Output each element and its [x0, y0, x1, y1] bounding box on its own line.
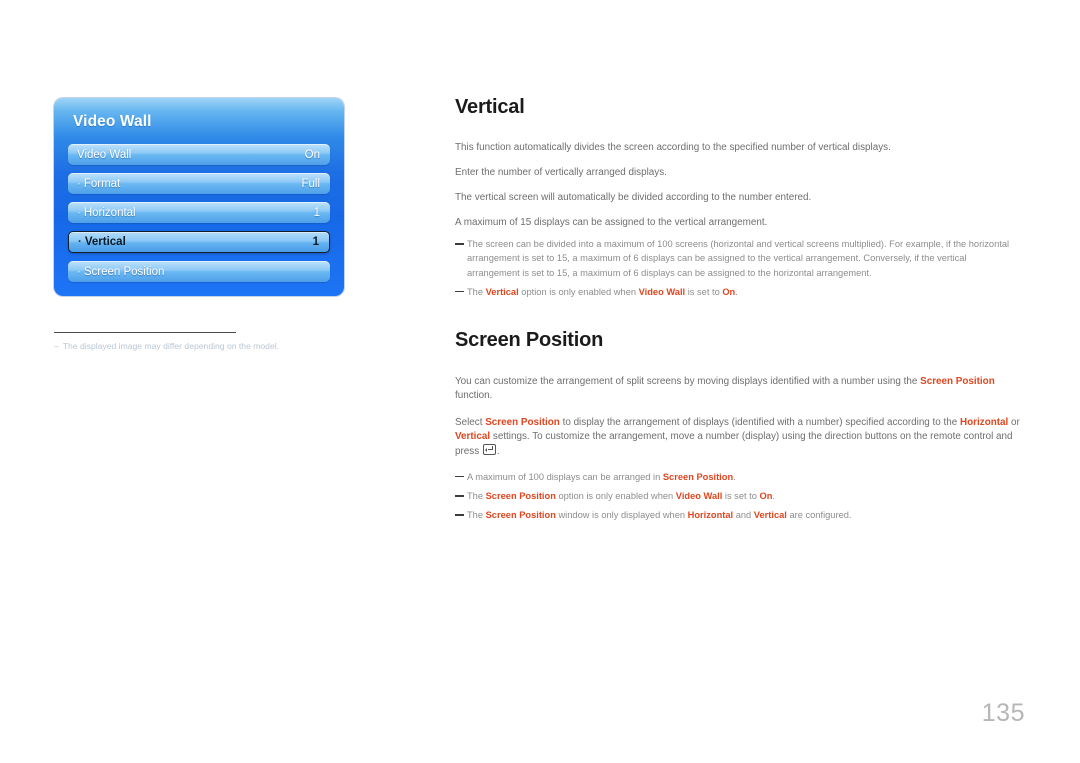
left-column: Video Wall Video Wall On · Format Full · Horiz…: [54, 98, 344, 353]
screen-position-paragraph-2: Select Screen Position to display the ar…: [455, 416, 1020, 459]
note-text: The Screen Position option is only enabl…: [467, 489, 1020, 503]
osd-menu-item-screen-position[interactable]: · Screen Position: [68, 261, 330, 282]
text-run: .: [496, 446, 500, 457]
note-text: A maximum of 100 displays can be arrange…: [467, 470, 1020, 484]
bullet-icon: ·: [77, 206, 81, 219]
note-dash-icon: [455, 243, 464, 245]
highlighted-term: Horizontal: [687, 510, 734, 521]
screen-position-notes: A maximum of 100 displays can be arrange…: [455, 470, 1020, 522]
osd-menu-item-value: 1: [313, 206, 320, 219]
note-item: The Vertical option is only enabled when…: [455, 285, 1020, 299]
text-run: The: [467, 286, 486, 297]
highlighted-term: Vertical: [753, 510, 787, 521]
text-run: Select: [455, 416, 486, 428]
note-dash-icon: [455, 290, 464, 293]
highlighted-term: Screen Position: [485, 491, 556, 502]
text-run: The screen can be divided into a maximum…: [467, 239, 1010, 278]
page-title-screen-position: Screen Position: [455, 328, 604, 351]
footnote-dash: –: [54, 341, 59, 351]
note-text: The Screen Position window is only displ…: [467, 508, 1020, 522]
osd-menu-item-label: · Screen Position: [77, 265, 165, 278]
highlighted-term: Vertical: [455, 430, 491, 442]
osd-menu-item-video-wall[interactable]: Video Wall On: [68, 144, 330, 165]
vertical-paragraph: The vertical screen will automatically b…: [455, 192, 812, 204]
text-run: is set to: [685, 286, 723, 297]
text-run: settings. To customize the arrangement, …: [455, 430, 1013, 457]
note-dash-icon: [455, 476, 464, 478]
note-text: The screen can be divided into a maximum…: [467, 237, 1020, 279]
note-item: The Screen Position option is only enabl…: [455, 489, 1020, 503]
highlighted-term: On: [722, 286, 736, 297]
osd-video-wall-panel: Video Wall Video Wall On · Format Full · Horiz…: [54, 98, 344, 296]
highlighted-term: On: [759, 491, 773, 502]
note-dash-icon: [455, 514, 464, 516]
osd-menu-list: Video Wall On · Format Full · Horizontal 1 · Vert…: [54, 144, 344, 282]
text-run: A maximum of 100 displays can be arrange…: [467, 472, 663, 483]
footnote-text: The displayed image may differ depending…: [62, 341, 280, 351]
text-run: are configured.: [786, 510, 852, 521]
text-run: .: [772, 491, 776, 502]
highlighted-term: Screen Position: [485, 510, 556, 521]
page-number: 135: [981, 699, 1025, 727]
vertical-paragraph: This function automatically divides the …: [455, 142, 891, 153]
vertical-paragraphs: This function automatically divides the …: [455, 141, 1020, 230]
bullet-icon: ·: [77, 265, 81, 278]
vertical-paragraph: Enter the number of vertically arranged …: [455, 167, 667, 179]
osd-menu-item-label: Video Wall: [77, 148, 132, 161]
bullet-icon: ·: [78, 236, 82, 248]
text-run: option is only enabled when: [555, 491, 676, 502]
text-run: The: [467, 510, 486, 521]
screen-position-paragraph-1: You can customize the arrangement of spl…: [455, 375, 1020, 403]
note-text: The Vertical option is only enabled when…: [467, 285, 1020, 299]
text-run: .: [733, 472, 736, 483]
osd-menu-item-label: · Horizontal: [77, 206, 136, 219]
text-run: is set to: [722, 491, 760, 502]
footnote-divider: [54, 332, 236, 333]
highlighted-term: Horizontal: [960, 416, 1009, 428]
osd-menu-item-label: · Vertical: [78, 236, 126, 248]
text-run: The: [467, 491, 486, 502]
text-run: You can customize the arrangement of spl…: [455, 375, 921, 387]
osd-panel-title: Video Wall: [73, 113, 152, 130]
text-run: function.: [455, 389, 493, 401]
text-run: option is only enabled when: [518, 286, 639, 297]
highlighted-term: Vertical: [485, 286, 519, 297]
text-run: window is only displayed when: [555, 510, 688, 521]
highlighted-term: Video Wall: [675, 491, 723, 502]
osd-menu-item-value: 1: [312, 236, 319, 248]
osd-menu-item-horizontal[interactable]: · Horizontal 1: [68, 202, 330, 223]
note-item: The Screen Position window is only displ…: [455, 508, 1020, 522]
highlighted-term: Video Wall: [638, 286, 686, 297]
osd-menu-item-format[interactable]: · Format Full: [68, 173, 330, 194]
text-run: or: [1008, 416, 1020, 428]
bullet-icon: ·: [77, 177, 81, 190]
page-title-vertical: Vertical: [455, 96, 525, 118]
osd-menu-item-label: · Format: [77, 177, 121, 190]
vertical-notes: The screen can be divided into a maximum…: [455, 237, 1020, 299]
note-dash-icon: [455, 495, 464, 497]
note-item: A maximum of 100 displays can be arrange…: [455, 470, 1020, 484]
osd-menu-item-value: On: [304, 148, 320, 161]
manual-page: { "osd": { "title": "Video Wall", "rows"…: [0, 0, 1080, 763]
text-run: .: [735, 286, 738, 297]
text-run: and: [733, 510, 754, 521]
footnote-line: – The displayed image may differ dependi…: [54, 341, 279, 353]
highlighted-term: Screen Position: [662, 472, 734, 483]
text-run: to display the arrangement of displays (…: [559, 416, 960, 428]
right-column: Vertical This function automatically div…: [455, 96, 1020, 527]
osd-menu-item-vertical[interactable]: · Vertical 1: [68, 231, 330, 253]
figure-footnote: – The displayed image may differ dependi…: [54, 332, 279, 353]
osd-menu-item-value: Full: [301, 177, 320, 190]
enter-key-icon: [482, 444, 496, 455]
highlighted-term: Screen Position: [920, 375, 995, 387]
highlighted-term: Screen Position: [485, 416, 560, 428]
vertical-paragraph: A maximum of 15 displays can be assigned…: [455, 217, 768, 229]
note-item: The screen can be divided into a maximum…: [455, 237, 1020, 279]
